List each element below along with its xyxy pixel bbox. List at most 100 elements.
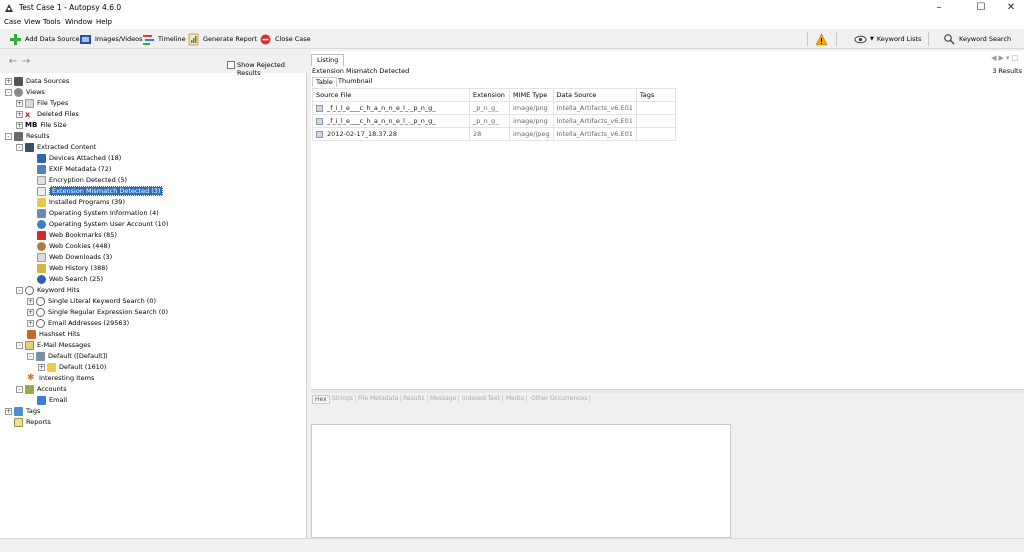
keyword-lists-button[interactable]: ▼ Keyword Lists — [852, 31, 923, 47]
tree-item-file-types[interactable]: + File Types — [16, 98, 68, 108]
computer-icon — [37, 208, 46, 218]
tags-cell — [635, 101, 676, 115]
show-rejected-checkbox[interactable] — [227, 61, 235, 69]
expand-icon[interactable]: + — [16, 99, 23, 107]
tree-item-devices-attached[interactable]: Devices Attached (18) — [37, 153, 121, 163]
tree-item-extension-mismatch[interactable]: Extension Mismatch Detected (3) — [37, 186, 164, 196]
column-extension[interactable]: Extension — [469, 88, 510, 102]
tree-item-web-search[interactable]: Web Search (25) — [37, 274, 103, 284]
tree-item-hashset-hits[interactable]: Hashset Hits — [27, 329, 80, 339]
tree-item-results[interactable]: - Results — [5, 131, 49, 141]
tab-listing[interactable]: Listing — [311, 54, 345, 66]
column-source-file[interactable]: Source File — [312, 88, 470, 102]
tree-item-os-information[interactable]: Operating System Information (4) — [37, 208, 159, 218]
table-row[interactable]: 2012-02-17_18.37.28 28 image/jpeg Intell… — [312, 127, 676, 141]
tree-item-interesting-items[interactable]: ✱ Interesting Items — [27, 373, 94, 383]
collapse-icon[interactable]: - — [16, 385, 23, 393]
collapse-icon[interactable]: - — [16, 286, 23, 294]
search-icon — [944, 33, 955, 44]
expand-icon[interactable]: + — [5, 77, 12, 85]
menu-window[interactable]: Window — [65, 18, 93, 26]
tree-item-reports[interactable]: Reports — [14, 417, 51, 427]
tree-item-single-literal[interactable]: + Single Literal Keyword Search (0) — [27, 296, 156, 306]
expand-icon[interactable]: + — [16, 110, 23, 118]
tree-item-data-sources[interactable]: + Data Sources — [5, 76, 69, 86]
expand-icon[interactable]: + — [38, 363, 45, 371]
tab-media[interactable]: Media — [504, 395, 528, 402]
subtab-table[interactable]: Table — [312, 77, 337, 87]
tree-item-extracted-content[interactable]: - Extracted Content — [16, 142, 96, 152]
menu-help[interactable]: Help — [96, 18, 112, 26]
camera-icon — [37, 164, 46, 174]
close-window-button[interactable]: ✕ — [994, 0, 1024, 16]
add-data-source-button[interactable]: Add Data Source — [7, 31, 82, 47]
warning-button[interactable] — [813, 31, 830, 47]
maximize-button[interactable]: ☐ — [964, 0, 998, 16]
tab-strings[interactable]: Strings — [330, 395, 357, 402]
keyword-search-button[interactable]: Keyword Search — [941, 31, 1013, 47]
tab-results[interactable]: Results — [401, 395, 428, 402]
table-row[interactable]: _f_i_l_e___c_h_a_n_n_e_l_._p_n_g_ _p_n_g… — [312, 101, 676, 115]
content-viewer-tabs: Hex Strings File Metadata Results Messag… — [311, 393, 1024, 405]
tree-item-accounts[interactable]: - Accounts — [16, 384, 67, 394]
back-arrow-icon[interactable]: ← — [7, 56, 19, 68]
expand-icon[interactable]: + — [27, 297, 34, 305]
tree-item-default-folder[interactable]: + Default (1610) — [38, 362, 106, 372]
tree-item-web-cookies[interactable]: Web Cookies (448) — [37, 241, 110, 251]
tab-hex[interactable]: Hex — [312, 395, 330, 404]
tree-item-installed-programs[interactable]: Installed Programs (39) — [37, 197, 125, 207]
tree-item-encryption-detected[interactable]: Encryption Detected (5) — [37, 175, 127, 185]
tree-item-email-addresses[interactable]: + Email Addresses (29563) — [27, 318, 129, 328]
menu-view[interactable]: View — [24, 18, 41, 26]
minimize-button[interactable]: – — [922, 0, 956, 16]
expand-icon[interactable]: + — [27, 319, 34, 327]
tree-item-web-downloads[interactable]: Web Downloads (3) — [37, 252, 112, 262]
tree-item-keyword-hits[interactable]: - Keyword Hits — [16, 285, 79, 295]
magnifier-icon — [36, 318, 45, 328]
collapse-icon[interactable]: - — [5, 132, 12, 140]
tab-indexed-text[interactable]: Indexed Text — [460, 395, 503, 402]
tree-item-views[interactable]: - Views — [5, 87, 45, 97]
column-mime-type[interactable]: MIME Type — [509, 88, 554, 102]
expand-icon[interactable]: + — [27, 308, 34, 316]
source-file-cell: _f_i_l_e___c_h_a_n_n_e_l_._p_n_g_ — [312, 101, 470, 115]
tree-item-exif-metadata[interactable]: EXIF Metadata (72) — [37, 164, 111, 174]
tree-item-web-history[interactable]: Web History (388) — [37, 263, 108, 273]
tree-item-file-size[interactable]: + MB File Size — [16, 120, 67, 130]
collapse-icon[interactable]: - — [27, 352, 34, 360]
expand-icon[interactable]: + — [5, 407, 12, 415]
tab-file-metadata[interactable]: File Metadata — [356, 395, 402, 402]
globe-icon — [37, 274, 46, 284]
panel-controls[interactable]: ◀▶▾□ — [991, 54, 1020, 62]
tree-item-web-bookmarks[interactable]: Web Bookmarks (85) — [37, 230, 117, 240]
tab-message[interactable]: Message — [428, 395, 460, 402]
images-videos-button[interactable]: Images/Videos — [77, 31, 145, 47]
magnifier-icon — [36, 296, 45, 306]
menu-tools[interactable]: Tools — [43, 18, 60, 26]
tree-item-tags[interactable]: + Tags — [5, 406, 40, 416]
column-tags[interactable]: Tags — [635, 88, 676, 102]
tree-item-single-regex[interactable]: + Single Regular Expression Search (0) — [27, 307, 168, 317]
tree-item-email-messages[interactable]: - E-Mail Messages — [16, 340, 91, 350]
tree-item-os-user-account[interactable]: Operating System User Account (10) — [37, 219, 168, 229]
close-case-button[interactable]: Close Case — [257, 31, 313, 47]
generate-report-button[interactable]: Generate Report — [185, 31, 259, 47]
warning-icon — [815, 32, 828, 45]
tree-item-default-account[interactable]: - Default ([Default]) — [27, 351, 108, 361]
collapse-icon[interactable]: - — [5, 88, 12, 96]
expand-icon[interactable]: + — [16, 121, 23, 129]
timeline-label: Timeline — [158, 35, 186, 43]
subtab-thumbnail[interactable]: Thumbnail — [335, 77, 375, 87]
collapse-icon[interactable]: - — [16, 143, 23, 151]
source-file-cell: 2012-02-17_18.37.28 — [312, 127, 470, 141]
tab-other-occurrences[interactable]: Other Occurrences — [529, 395, 591, 402]
forward-arrow-icon[interactable]: → — [20, 56, 32, 68]
keyword-search-label: Keyword Search — [959, 35, 1012, 43]
timeline-button[interactable]: Timeline — [140, 31, 188, 47]
table-row[interactable]: _f_i_l_e___c_h_a_n_n_e_l_._p_n_g_ _p_n_g… — [312, 114, 676, 128]
menu-case[interactable]: Case — [4, 18, 21, 26]
tree-item-deleted-files[interactable]: + x Deleted Files — [16, 109, 79, 119]
tree-item-email[interactable]: Email — [37, 395, 67, 405]
collapse-icon[interactable]: - — [16, 341, 23, 349]
column-data-source[interactable]: Data Source — [552, 88, 637, 102]
